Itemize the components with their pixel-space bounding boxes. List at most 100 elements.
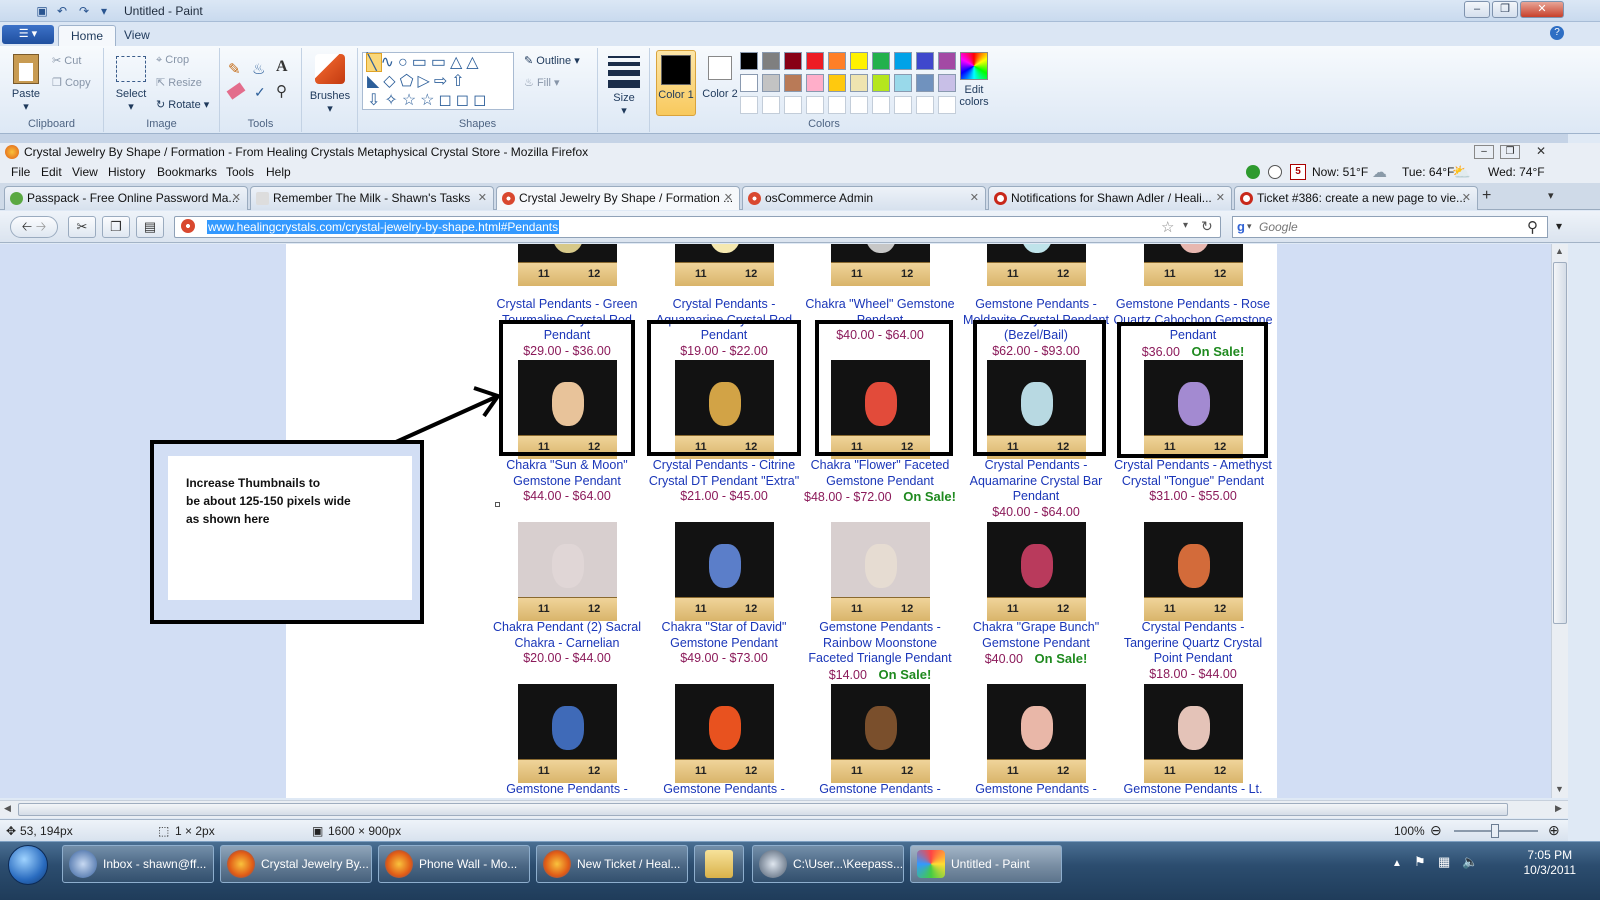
forward-arrow-icon[interactable]: 🡢 xyxy=(36,219,47,234)
product-link[interactable]: Gemstone Pendants - xyxy=(975,782,1097,796)
product-thumbnail[interactable]: 11 12 xyxy=(675,522,774,621)
palette-swatch[interactable] xyxy=(740,74,758,92)
close-tab-icon[interactable]: ✕ xyxy=(970,191,979,204)
zoom-slider-thumb[interactable] xyxy=(1491,824,1499,838)
palette-swatch[interactable] xyxy=(828,74,846,92)
scroll-down-icon[interactable]: ▼ xyxy=(1555,784,1564,794)
bookmark-star-icon[interactable]: ☆ xyxy=(1161,218,1174,236)
menu-bookmarks[interactable]: Bookmarks xyxy=(157,165,217,179)
product-thumbnail[interactable]: 11 12 xyxy=(675,684,774,783)
fill-bucket-icon[interactable]: ♨ xyxy=(252,60,265,78)
product-thumbnail[interactable]: 11 12 xyxy=(831,244,930,286)
taskbar-keepass[interactable]: C:\User...\Keepass... xyxy=(752,845,904,883)
taskbar-explorer[interactable] xyxy=(694,845,744,883)
palette-swatch[interactable] xyxy=(828,52,846,70)
close-tab-icon[interactable]: ✕ xyxy=(1216,191,1225,204)
product-link[interactable]: Gemstone Pendants - Rainbow Moonstone Fa… xyxy=(808,620,951,665)
firefox-restore-button[interactable]: ❐ xyxy=(1500,145,1520,159)
product-link[interactable]: Chakra Pendant (2) Sacral Chakra - Carne… xyxy=(493,620,641,650)
paint-maximize-button[interactable]: ❐ xyxy=(1492,1,1518,18)
customize-quick-access-icon[interactable]: ▾ xyxy=(96,3,112,19)
firefox-close-button[interactable]: ✕ xyxy=(1536,144,1546,158)
color2-button[interactable]: Color 2 xyxy=(700,50,740,116)
custom-color-slot[interactable] xyxy=(850,96,868,114)
tab-oscommerce[interactable]: osCommerce Admin ✕ xyxy=(742,186,986,210)
horizontal-scroll-thumb[interactable] xyxy=(18,803,1508,816)
system-clock[interactable]: 7:05 PM 10/3/2011 xyxy=(1524,848,1577,878)
toolbar-overflow-icon[interactable]: ▾ xyxy=(1556,219,1562,233)
edit-colors-button[interactable]: Edit colors xyxy=(952,52,996,116)
size-button[interactable]: Size ▾ xyxy=(604,54,644,117)
product-thumbnail[interactable]: 11 12 xyxy=(1144,522,1243,621)
product-thumbnail[interactable]: 11 12 xyxy=(1144,244,1243,286)
calendar-icon[interactable]: 5 xyxy=(1290,164,1306,180)
brushes-button[interactable]: Brushes ▾ xyxy=(308,52,352,115)
tab-crystal-jewelry[interactable]: Crystal Jewelry By Shape / Formation ...… xyxy=(496,186,740,210)
menu-tools[interactable]: Tools xyxy=(226,165,254,179)
reload-icon[interactable]: ↻ xyxy=(1201,218,1213,235)
product-link[interactable]: Crystal Pendants - Citrine Crystal DT Pe… xyxy=(649,458,799,488)
list-tabs-icon[interactable]: ▾ xyxy=(1548,189,1554,202)
product-link[interactable]: Gemstone Pendants - Lt. xyxy=(1124,782,1263,796)
taskbar-firefox-new-ticket[interactable]: New Ticket / Heal... xyxy=(536,845,688,883)
palette-swatch[interactable] xyxy=(740,52,758,70)
product-link[interactable]: Chakra "Star of David" Gemstone Pendant xyxy=(662,620,787,650)
custom-color-slot[interactable] xyxy=(916,96,934,114)
save-icon[interactable]: ▣ xyxy=(34,3,50,19)
product-thumbnail[interactable]: 11 12 xyxy=(518,244,617,286)
select-button[interactable]: Select ▾ xyxy=(110,54,152,114)
product-link[interactable]: Chakra "Flower" Faceted Gemstone Pendant xyxy=(811,458,950,488)
taskbar-paint[interactable]: Untitled - Paint xyxy=(910,845,1062,883)
search-engine-dropdown-icon[interactable]: ▾ xyxy=(1247,221,1252,232)
tab-notifications[interactable]: Notifications for Shawn Adler / Heali...… xyxy=(988,186,1232,210)
palette-swatch[interactable] xyxy=(762,74,780,92)
help-icon[interactable]: ? xyxy=(1550,26,1564,40)
tab-ticket-386[interactable]: Ticket #386: create a new page to vie...… xyxy=(1234,186,1478,210)
palette-swatch[interactable] xyxy=(916,74,934,92)
menu-history[interactable]: History xyxy=(108,165,145,179)
paste-button[interactable]: Paste ▾ xyxy=(6,52,46,114)
product-thumbnail[interactable]: 11 12 xyxy=(518,522,617,621)
action-center-flag-icon[interactable]: ⚑ xyxy=(1414,854,1426,870)
palette-swatch[interactable] xyxy=(784,52,802,70)
scroll-right-icon[interactable]: ▶ xyxy=(1555,803,1562,814)
menu-view[interactable]: View xyxy=(72,165,98,179)
taskbar-thunderbird[interactable]: Inbox - shawn@ff... xyxy=(62,845,214,883)
url-history-dropdown-icon[interactable]: ▾ xyxy=(1183,220,1188,231)
taskbar-firefox-crystal[interactable]: Crystal Jewelry By... xyxy=(220,845,372,883)
custom-color-slot[interactable] xyxy=(762,96,780,114)
outline-dropdown[interactable]: ✎ Outline ▾ xyxy=(524,54,580,67)
copy-button[interactable]: ❐ Copy xyxy=(52,76,91,89)
back-arrow-icon[interactable]: 🡠 xyxy=(22,219,33,234)
palette-swatch[interactable] xyxy=(894,74,912,92)
palette-swatch[interactable] xyxy=(762,52,780,70)
cut-button[interactable]: ✂ Cut xyxy=(52,54,81,67)
tab-remember-the-milk[interactable]: Remember The Milk - Shawn's Tasks ✕ xyxy=(250,186,494,210)
custom-color-slot[interactable] xyxy=(806,96,824,114)
product-thumbnail[interactable]: 11 12 xyxy=(987,684,1086,783)
tab-home[interactable]: Home xyxy=(58,25,117,46)
custom-color-slot[interactable] xyxy=(894,96,912,114)
start-button[interactable] xyxy=(8,845,48,885)
url-bar[interactable]: www.healingcrystals.com/crystal-jewelry-… xyxy=(174,216,1221,238)
custom-color-slot[interactable] xyxy=(740,96,758,114)
product-thumbnail[interactable]: 11 12 xyxy=(675,244,774,286)
menu-edit[interactable]: Edit xyxy=(41,165,62,179)
cut-toolbar-icon[interactable]: ✂ xyxy=(68,216,96,238)
palette-swatch[interactable] xyxy=(784,74,802,92)
tab-view[interactable]: View xyxy=(112,25,162,46)
color1-button[interactable]: Color 1 xyxy=(656,50,696,116)
crop-button[interactable]: ⌖ Crop xyxy=(156,54,189,67)
menu-help[interactable]: Help xyxy=(266,165,291,179)
palette-swatch[interactable] xyxy=(894,52,912,70)
product-link[interactable]: Chakra "Grape Bunch" Gemstone Pendant xyxy=(973,620,1099,650)
scroll-up-icon[interactable]: ▲ xyxy=(1555,246,1564,256)
eraser-icon[interactable] xyxy=(226,82,246,100)
site-identity-icon[interactable] xyxy=(181,219,195,233)
color-picker-icon[interactable]: ✓ xyxy=(254,84,266,101)
undo-icon[interactable]: ↶ xyxy=(54,3,70,19)
url-text[interactable]: www.healingcrystals.com/crystal-jewelry-… xyxy=(207,220,560,234)
product-thumbnail[interactable]: 11 12 xyxy=(987,522,1086,621)
status-green-icon[interactable] xyxy=(1246,165,1260,179)
redo-icon[interactable]: ↷ xyxy=(76,3,92,19)
